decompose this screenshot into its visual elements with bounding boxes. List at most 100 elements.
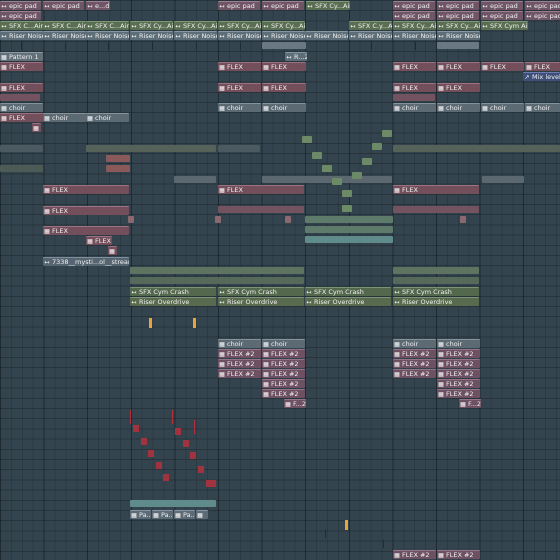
clip-stub[interactable] — [262, 42, 306, 49]
playlist-clip[interactable]: ▦ FLEX #2 — [262, 379, 305, 388]
playlist-clip[interactable]: ↤ epic pad — [218, 1, 260, 10]
playlist-clip[interactable]: ↤7338__mysti...ol__stream2 — [43, 257, 129, 266]
playlist-clip[interactable]: ▦ FLEX — [0, 62, 43, 71]
playlist-clip[interactable]: ▦ choir — [218, 339, 261, 348]
playlist-clip[interactable]: ▦ choir — [393, 103, 436, 112]
clip-stub[interactable] — [262, 176, 392, 183]
playlist-clip[interactable]: ▦ FLEX — [86, 236, 112, 245]
clip-stub[interactable] — [305, 226, 393, 233]
playlist-clip[interactable]: ↤ Riser Noise — [262, 31, 305, 40]
playlist-clip[interactable]: ↤ Riser Noise — [437, 31, 480, 40]
marker[interactable] — [345, 520, 348, 530]
playlist-clip[interactable]: ↤SFX C...Airy — [43, 21, 86, 30]
playlist-clip[interactable]: ▦ choir — [218, 103, 261, 112]
playlist-grid[interactable]: ↤ epic pad ↤ epic pad ↤ e...d ↤ epic pad ↤ ep… — [0, 0, 560, 560]
clip-stub[interactable] — [218, 145, 260, 152]
playlist-clip[interactable]: ↤ SFX Cym Crash — [218, 287, 304, 296]
playlist-clip[interactable]: ▦ FLEX — [218, 185, 304, 194]
playlist-clip[interactable]: ↤SFX Cym Airy — [481, 21, 528, 30]
playlist-clip[interactable]: ▦ choir — [437, 103, 480, 112]
playlist-clip[interactable]: ↤ epic pad — [0, 11, 41, 20]
playlist-clip[interactable]: ↤ Riser Noise — [218, 31, 261, 40]
playlist-clip[interactable]: ↤SFX Cy...Airy — [437, 21, 480, 30]
playlist-clip[interactable]: ▦ FLEX — [393, 83, 436, 92]
playlist-clip[interactable]: ▦ F...2 — [284, 399, 306, 408]
clip-stub[interactable] — [130, 267, 304, 274]
playlist-clip[interactable]: ▦ — [32, 123, 41, 132]
playlist-clip[interactable]: ▦ F...2 — [459, 399, 481, 408]
playlist-clip[interactable]: ▦ FLEX — [437, 62, 480, 71]
playlist-clip[interactable]: ↤ epic pad — [525, 11, 560, 20]
playlist-clip[interactable]: ↤ epic pad — [525, 1, 560, 10]
playlist-clip[interactable]: ▦ choir — [43, 113, 86, 122]
playlist-clip[interactable]: ↤SFX Cy...Airy — [393, 21, 436, 30]
playlist-clip[interactable]: ↤SFX Cy...Airy — [262, 21, 305, 30]
playlist-clip[interactable]: ▦ FLEX #2 — [437, 550, 480, 559]
playlist-clip[interactable]: ▦ FLEX — [43, 226, 129, 235]
marker[interactable] — [149, 318, 152, 328]
clip-stub[interactable] — [393, 267, 479, 274]
clip-stub[interactable] — [86, 145, 216, 152]
playlist-clip[interactable]: ↗ Mix level — [523, 72, 560, 81]
playlist-clip[interactable]: ↤ Riser Noise — [174, 31, 217, 40]
playlist-clip[interactable]: ↤SFX C.y...Airy — [349, 21, 392, 30]
playlist-clip[interactable]: ▦ choir — [525, 103, 560, 112]
clip-stub[interactable] — [0, 165, 43, 172]
playlist-clip[interactable]: ↤SFX Cy...Airy — [130, 21, 173, 30]
playlist-clip[interactable]: ▦ choir — [481, 103, 524, 112]
playlist-clip[interactable]: ↤ Riser Noise — [0, 31, 43, 40]
playlist-clip[interactable]: ▦ FLEX #2 — [393, 369, 436, 378]
playlist-clip[interactable]: ▦ — [196, 510, 208, 519]
clip-stub[interactable] — [482, 176, 524, 183]
playlist-clip[interactable]: ▦ FLEX — [218, 83, 261, 92]
playlist-clip[interactable]: ▦ FLEX #2 — [393, 349, 436, 358]
playlist-clip[interactable]: ▦ FLEX #2 — [218, 369, 261, 378]
playlist-clip[interactable]: ↤ SFX Cym Crash — [305, 287, 391, 296]
playlist-clip[interactable]: ▦ FLEX #2 — [262, 389, 305, 398]
playlist-clip[interactable]: ▦ FLEX #2 — [437, 349, 480, 358]
playlist-clip[interactable]: ▦ FLEX — [0, 83, 43, 92]
clip-stub[interactable] — [393, 94, 435, 101]
playlist-clip[interactable]: ▦ FLEX — [481, 62, 524, 71]
playlist-clip[interactable]: ↤SFX Cy...Airy — [306, 1, 350, 10]
playlist-clip[interactable]: ↤R...2 — [285, 52, 307, 61]
playlist-clip[interactable]: ▦ FLEX — [262, 83, 306, 92]
playlist-clip[interactable]: ↤ epic pad — [481, 11, 523, 20]
playlist-clip[interactable]: ▦ FLEX — [393, 185, 479, 194]
playlist-clip[interactable]: ▦ FLEX — [43, 185, 129, 194]
playlist-clip[interactable]: ▦ FLEX — [525, 62, 560, 71]
playlist-clip[interactable]: ↤ Riser Overdrive — [130, 297, 216, 306]
playlist-clip[interactable]: ▦ choir — [437, 339, 480, 348]
clip-stub[interactable] — [305, 236, 393, 243]
clip-stub[interactable] — [0, 94, 40, 101]
playlist-clip[interactable]: ▦ choir — [262, 103, 306, 112]
playlist-clip[interactable]: ▦ FLEX — [393, 62, 436, 71]
clip-stub[interactable] — [130, 277, 304, 284]
playlist-clip[interactable]: ▦ FLEX #2 — [437, 359, 480, 368]
playlist-clip[interactable]: ↤SFX C...Airy — [0, 21, 43, 30]
playlist-clip[interactable]: ▦ FLEX #2 — [262, 369, 305, 378]
playlist-clip[interactable]: ↤ epic pad — [393, 11, 435, 20]
clip-stub[interactable] — [128, 216, 134, 223]
playlist-clip[interactable]: ↤ epic pad — [437, 11, 479, 20]
playlist-clip[interactable]: ▦ FLEX #2 — [393, 550, 436, 559]
clip-stub[interactable] — [393, 206, 479, 213]
playlist-clip[interactable]: ▦ FLEX #2 — [218, 359, 261, 368]
playlist-clip[interactable]: ▦ FLEX #2 — [262, 359, 305, 368]
playlist-clip[interactable]: ↤ Riser Noise — [393, 31, 436, 40]
marker[interactable] — [193, 318, 196, 328]
clip-stub[interactable] — [305, 216, 393, 223]
playlist-clip[interactable]: ▦ FLEX — [43, 206, 129, 215]
playlist-clip[interactable]: ↤ epic pad — [437, 1, 479, 10]
playlist-clip[interactable]: ▦ choir — [0, 103, 43, 112]
playlist-clip[interactable]: ▦ FLEX — [0, 113, 43, 122]
playlist-clip[interactable]: ↤SFX C...Airy — [86, 21, 129, 30]
clip-stub[interactable] — [393, 145, 560, 152]
playlist-clip[interactable]: ▦ FLEX — [218, 62, 261, 71]
playlist-clip[interactable]: ↤ Riser Overdrive — [393, 297, 479, 306]
playlist-clip[interactable]: ↤ epic pad — [262, 1, 304, 10]
playlist-clip[interactable]: ▦ FLEX #2 — [437, 389, 480, 398]
playlist-clip[interactable]: ▦ FLEX — [437, 83, 480, 92]
playlist-clip[interactable]: ↤SFX Cy...Airy — [218, 21, 261, 30]
playlist-clip[interactable]: ▦ choir — [86, 113, 129, 122]
